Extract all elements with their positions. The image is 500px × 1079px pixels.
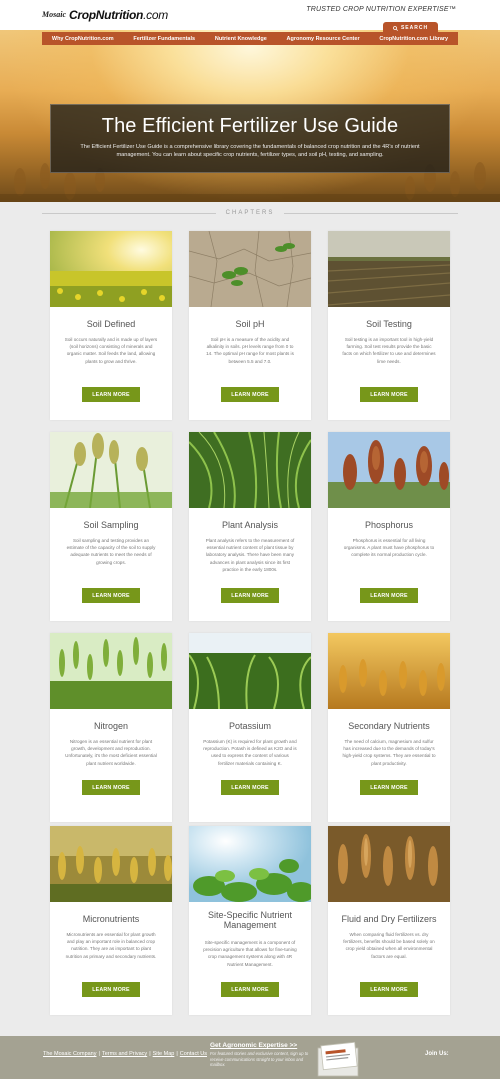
chapter-title: Nitrogen [93,721,129,731]
link-separator: | [98,1051,100,1057]
chapter-title: Fluid and Dry Fertilizers [341,914,437,924]
plowed-field-image [328,231,450,307]
red-sorghum-image [328,432,450,508]
nav-item-agronomy-resource-center[interactable]: Agronomy Resource Center [287,36,360,42]
chapter-description: When comparing fluid fertilizers vs. dry… [343,932,435,959]
brand-name-bold: CropNutrition [69,8,144,22]
nav-item-nutrient-knowledge[interactable]: Nutrient Knowledge [215,36,267,42]
chapter-description: Soil pH is a measure of the acidity and … [206,337,294,364]
learn-more-button[interactable]: LEARN MORE [221,982,279,997]
chapter-description: Phosphorus is essential for all living o… [343,538,435,558]
chapter-title: Secondary Nutrients [348,721,430,731]
divider [42,212,216,214]
chapter-card-micronutrients: Micronutrients Micronutrients are essent… [50,826,172,1015]
chapter-card-secondary-nutrients: Secondary Nutrients The need of calcium,… [328,633,450,822]
learn-more-button[interactable]: LEARN MORE [221,387,279,402]
page-title: The Efficient Fertilizer Use Guide [101,115,399,137]
site-logo[interactable]: Mosaic CropNutrition .com [42,8,168,22]
hero-text-box: The Efficient Fertilizer Use Guide The E… [50,104,450,173]
site-tagline: TRUSTED CROP NUTRITION EXPERTISE™ [306,6,456,13]
nav-item-fertilizer-fundamentals[interactable]: Fertilizer Fundamentals [133,36,195,42]
seedlings-in-dry-soil-image [189,231,311,307]
learn-more-button[interactable]: LEARN MORE [221,780,279,795]
chapter-description: Site-specific management is a component … [203,940,297,967]
chapter-description: Soil occurs naturally and is made up of … [64,337,158,364]
newsletter-mailer-image [317,1041,359,1077]
learn-more-button[interactable]: LEARN MORE [360,780,418,795]
sorghum-heads-image [50,432,172,508]
learn-more-button[interactable]: LEARN MORE [82,387,140,402]
chapters-heading: CHAPTERS [42,207,459,219]
chapter-description: The need of calcium, magnesium and sulfu… [342,739,436,766]
chapters-heading-label: CHAPTERS [225,210,275,216]
chapter-description: Soil testing is an important tool in hig… [342,337,436,364]
link-separator: | [176,1051,178,1057]
chapter-title: Soil Testing [366,319,412,329]
footer-link-contact[interactable]: Contact Us [180,1051,207,1057]
newsletter-link[interactable]: Get Agronomic Expertise >> [210,1042,318,1049]
chapter-title: Plant Analysis [221,520,279,530]
learn-more-button[interactable]: LEARN MORE [82,588,140,603]
chapter-card-soil-testing: Soil Testing Soil testing is an importan… [328,231,450,420]
ripening-wheat-image [50,826,172,902]
green-wheat-image [50,633,172,709]
brand-name-suffix: .com [143,8,168,22]
chapter-title: Phosphorus [364,520,414,530]
mosaic-logo-text: Mosaic [42,10,66,19]
chapter-description: Plant analysis refers to the measurement… [205,538,295,572]
hero-banner: Why CropNutrition.com Fertilizer Fundame… [0,30,500,202]
chapter-card-soil-sampling: Soil Sampling Soil sampling and testing … [50,432,172,621]
divider [284,212,459,214]
chapter-title: Soil pH [235,319,265,329]
newsletter-description: For featured stories and exclusive conte… [210,1051,309,1068]
wheat-close-up-image [328,826,450,902]
chapter-card-site-specific: Site-Specific Nutrient Management Site-s… [189,826,311,1015]
chapter-title: Micronutrients [82,914,140,924]
chapter-card-nitrogen: Nitrogen Nitrogen is an essential nutrie… [50,633,172,822]
social-join-label: Join Us: [425,1051,449,1057]
chapter-card-plant-analysis: Plant Analysis Plant analysis refers to … [189,432,311,621]
learn-more-button[interactable]: LEARN MORE [360,387,418,402]
canola-field-image [50,231,172,307]
site-footer: The Mosaic Company | Terms and Privacy | Sit… [0,1036,500,1079]
footer-links: The Mosaic Company | Terms and Privacy | Sit… [43,1051,207,1057]
search-label: SEARCH [400,25,429,31]
chapter-card-soil-defined: Soil Defined Soil occurs naturally and i… [50,231,172,420]
chapter-title: Site-Specific Nutrient Management [207,910,293,930]
chapter-description: Micronutrients are essential for plant g… [65,932,157,959]
chapter-card-fluid-dry-fertilizers: Fluid and Dry Fertilizers When comparing… [328,826,450,1015]
chapter-title: Potassium [228,721,272,731]
learn-more-button[interactable]: LEARN MORE [360,588,418,603]
chapter-title: Soil Defined [86,319,136,329]
search-icon [393,25,398,31]
chapter-description: Potassium (K) is required for plant grow… [203,739,297,766]
learn-more-button[interactable]: LEARN MORE [221,588,279,603]
chapter-card-potassium: Potassium Potassium (K) is required for … [189,633,311,822]
link-separator: | [149,1051,151,1057]
chapter-description: Soil sampling and testing provides an es… [66,538,156,565]
corn-rows-image [189,432,311,508]
chapter-card-phosphorus: Phosphorus Phosphorus is essential for a… [328,432,450,621]
chapter-card-soil-ph: Soil pH Soil pH is a measure of the acid… [189,231,311,420]
learn-more-button[interactable]: LEARN MORE [82,780,140,795]
footer-link-site-map[interactable]: Site Map [153,1051,175,1057]
footer-link-mosaic-company[interactable]: The Mosaic Company [43,1051,97,1057]
corn-field-image [189,633,311,709]
learn-more-button[interactable]: LEARN MORE [82,982,140,997]
page-intro: The Efficient Fertilizer Use Guide is a … [80,144,420,158]
learn-more-button[interactable]: LEARN MORE [360,982,418,997]
nav-item-why-cropnutrition[interactable]: Why CropNutrition.com [52,36,114,42]
search-button[interactable]: SEARCH [383,22,438,34]
newsletter-cta: Get Agronomic Expertise >> For featured … [210,1042,318,1068]
chapter-title: Soil Sampling [83,520,139,530]
nav-item-library[interactable]: CropNutrition.com Library [379,36,448,42]
soybean-leaves-image [189,826,311,902]
golden-wheat-image [328,633,450,709]
chapter-description: Nitrogen is an essential nutrient for pl… [65,739,157,766]
footer-link-terms[interactable]: Terms and Privacy [102,1051,147,1057]
